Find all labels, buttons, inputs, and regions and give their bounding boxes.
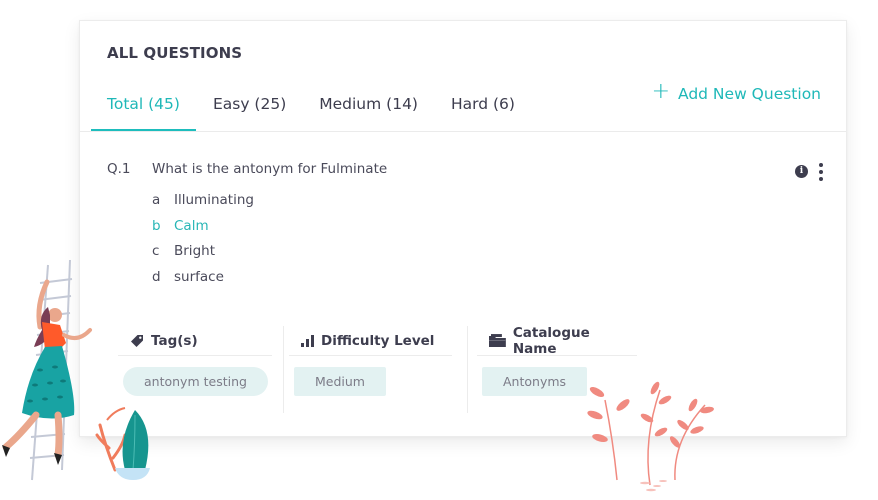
plus-icon: + (651, 79, 670, 104)
add-new-question-label: Add New Question (678, 84, 821, 103)
tags-header: Tag(s) (118, 326, 272, 356)
tag-icon (131, 334, 143, 347)
catalogue-section: Catalogue Name Antonyms (477, 324, 637, 416)
tab-medium[interactable]: Medium (14) (303, 91, 434, 132)
tab-hard[interactable]: Hard (6) (435, 91, 531, 132)
difficulty-tabs: Total (45) Easy (25) Medium (14) Hard (6… (91, 91, 531, 132)
answer-options: a Illuminating b Calm c Bright d surface (152, 192, 254, 294)
meta-divider (467, 326, 468, 413)
option-text: Illuminating (174, 192, 254, 208)
folder-icon (489, 333, 506, 347)
option-text: Bright (174, 243, 215, 259)
difficulty-label: Difficulty Level (321, 332, 435, 349)
option-letter: c (152, 243, 160, 259)
tab-easy[interactable]: Easy (25) (197, 91, 302, 132)
option-letter: a (152, 192, 161, 208)
option-b-correct: b Calm (152, 218, 254, 244)
option-d: d surface (152, 269, 254, 295)
meta-divider (283, 326, 284, 413)
option-text: surface (174, 268, 224, 285)
option-text: Calm (174, 217, 209, 234)
option-c: c Bright (152, 243, 254, 269)
bar-chart-icon (301, 334, 314, 347)
more-vertical-icon[interactable] (816, 163, 826, 181)
info-icon[interactable]: i (795, 165, 808, 178)
header-divider (80, 131, 846, 132)
option-letter: b (152, 217, 161, 234)
option-a: a Illuminating (152, 192, 254, 218)
page-title: ALL QUESTIONS (107, 44, 243, 62)
difficulty-section: Difficulty Level Medium (289, 326, 452, 416)
tab-total[interactable]: Total (45) (91, 91, 196, 132)
questions-card: ALL QUESTIONS Total (45) Easy (25) Mediu… (79, 20, 847, 437)
question-number: Q.1 (107, 161, 131, 177)
tags-section: Tag(s) antonym testing (118, 326, 272, 416)
difficulty-chip: Medium (294, 367, 386, 396)
difficulty-header: Difficulty Level (289, 326, 452, 356)
tag-chip[interactable]: antonym testing (123, 367, 268, 396)
catalogue-header: Catalogue Name (477, 324, 637, 357)
catalogue-label: Catalogue Name (512, 324, 590, 357)
add-new-question-button[interactable]: + Add New Question (651, 79, 821, 104)
option-letter: d (152, 268, 161, 285)
question-meta: Tag(s) antonym testing Difficulty Level … (118, 324, 637, 416)
catalogue-chip[interactable]: Antonyms (482, 367, 588, 396)
question-text: What is the antonym for Fulminate (152, 161, 388, 177)
tags-label: Tag(s) (151, 332, 198, 349)
